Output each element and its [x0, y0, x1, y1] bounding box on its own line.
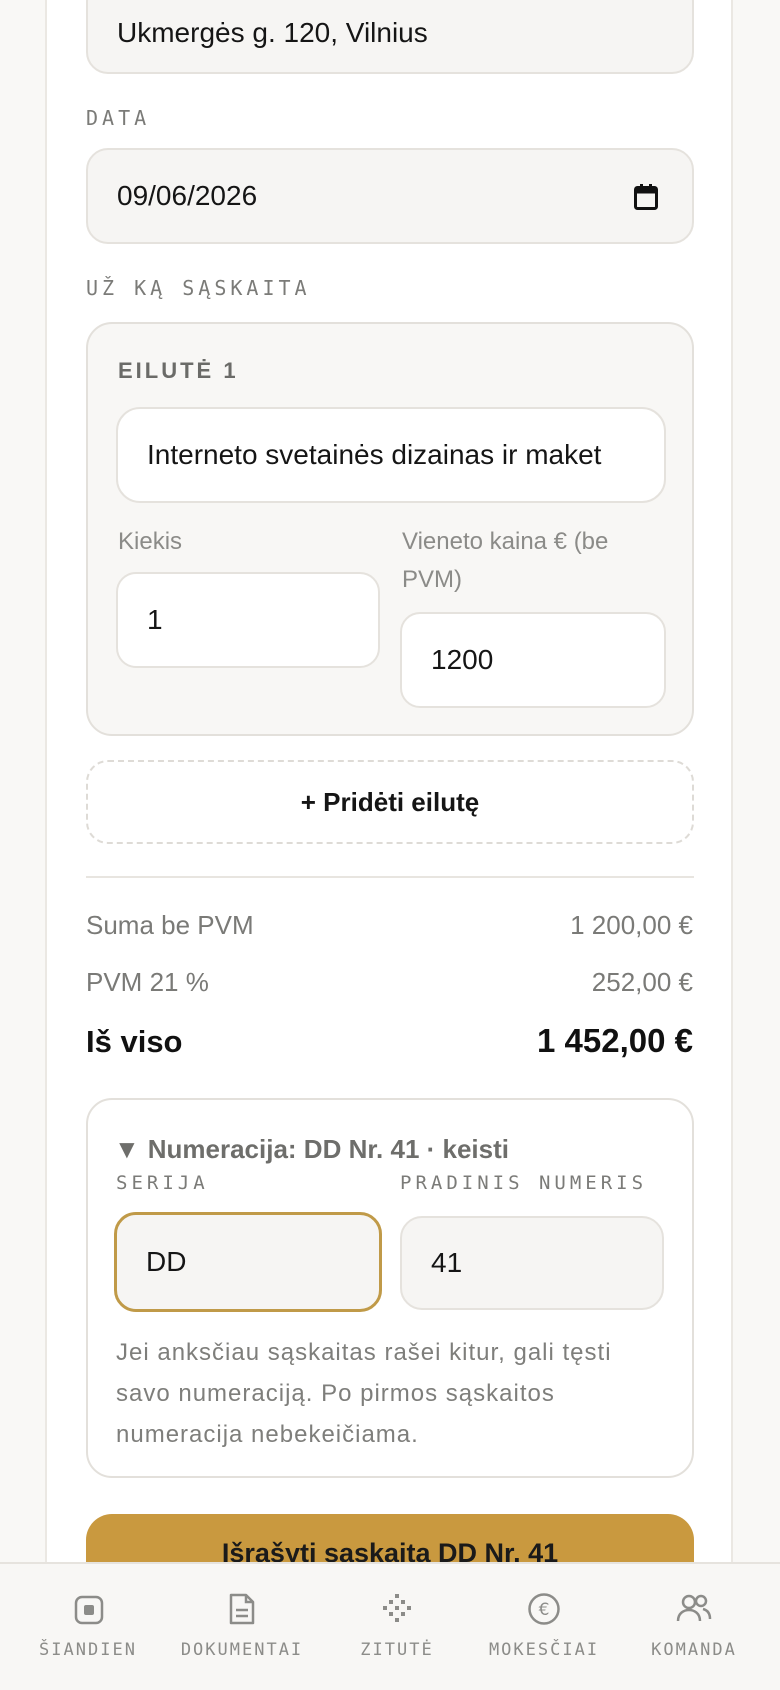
- date-field[interactable]: 09/06/2026: [86, 148, 694, 244]
- numbering-card: ▼ Numeracija: DD Nr. 41 · keisti SERIJA P…: [86, 1098, 694, 1478]
- total-value: 1 452,00 €: [537, 1022, 693, 1059]
- line-item-title: EILUTĖ 1: [118, 358, 239, 383]
- series-label: SERIJA: [116, 1172, 209, 1194]
- help-line-3: numeracija nebekeičiama.: [116, 1421, 419, 1448]
- vat-value: 252,00 €: [591, 967, 693, 997]
- help-line-1: Jei anksčiau sąskaitas rašei kitur, gali…: [116, 1339, 612, 1366]
- line-description-input[interactable]: Interneto svetainės dizainas ir maket: [116, 407, 666, 503]
- sparkle-icon: [381, 1592, 413, 1629]
- start-number-label: PRADINIS NUMERIS: [400, 1172, 648, 1194]
- nav-item-documents[interactable]: DOKUMENTAI: [164, 1564, 320, 1690]
- vat-label: PVM 21 %: [86, 967, 209, 997]
- nav-item-zitute[interactable]: ZITUTĖ: [319, 1564, 475, 1690]
- nav-label-documents: DOKUMENTAI: [180, 1640, 304, 1660]
- total-label: Iš viso: [86, 1024, 183, 1059]
- series-value: DD: [146, 1246, 187, 1277]
- nav-label-taxes: MOKESČIAI: [488, 1640, 600, 1660]
- totals-divider: [86, 876, 694, 878]
- line-description-value: Interneto svetainės dizainas ir maket: [147, 439, 602, 470]
- unit-price-input[interactable]: 1200: [400, 612, 666, 708]
- subtotal-value: 1 200,00 €: [570, 910, 693, 940]
- euro-icon: €: [527, 1592, 561, 1631]
- nav-label-team: KOMANDA: [651, 1640, 737, 1660]
- quantity-input[interactable]: 1: [116, 572, 380, 668]
- numbering-summary: Numeracija: DD Nr. 41 · keisti: [147, 1134, 509, 1164]
- svg-text:€: €: [539, 1600, 550, 1620]
- help-line-2: savo numeraciją. Po pirmos sąskaitos: [116, 1380, 555, 1407]
- today-icon: [73, 1594, 105, 1631]
- unit-price-label-line2: PVM): [402, 566, 462, 593]
- numbering-help-text: Jei anksčiau sąskaitas rašei kitur, gali…: [116, 1332, 612, 1455]
- line-item-card: EILUTĖ 1 Interneto svetainės dizainas ir…: [86, 322, 694, 736]
- calendar-icon[interactable]: [634, 184, 658, 210]
- start-number-input[interactable]: 41: [400, 1216, 664, 1310]
- unit-price-value: 1200: [431, 644, 494, 675]
- series-input[interactable]: DD: [114, 1212, 382, 1312]
- numbering-toggle[interactable]: ▼ Numeracija: DD Nr. 41 · keisti: [114, 1134, 509, 1165]
- address-value: Ukmergės g. 120, Vilnius: [117, 17, 428, 48]
- nav-item-team[interactable]: KOMANDA: [616, 1564, 772, 1690]
- start-number-value: 41: [431, 1247, 463, 1278]
- bottom-nav: ŠIANDIEN DOKUMENTAI ZITUTĖ € MOKESČIAI K…: [0, 1562, 780, 1690]
- quantity-value: 1: [147, 604, 163, 635]
- subtotal-label: Suma be PVM: [86, 910, 254, 940]
- date-label: DATA: [86, 106, 151, 130]
- nav-item-taxes[interactable]: € MOKESČIAI: [466, 1564, 622, 1690]
- unit-price-label-line1: Vieneto kaina € (be: [402, 528, 609, 555]
- nav-item-today[interactable]: ŠIANDIEN: [10, 1564, 166, 1690]
- add-line-button[interactable]: + Pridėti eilutę: [86, 760, 694, 844]
- items-section-label: UŽ KĄ SĄSKAITA: [86, 276, 311, 300]
- nav-label-today: ŠIANDIEN: [39, 1640, 137, 1660]
- date-value: 09/06/2026: [117, 180, 258, 211]
- nav-label-zitute: ZITUTĖ: [360, 1640, 434, 1660]
- document-icon: [228, 1592, 256, 1631]
- add-line-label: + Pridėti eilutę: [300, 786, 480, 817]
- disclosure-triangle-icon: ▼: [114, 1134, 140, 1164]
- team-icon: [676, 1592, 712, 1629]
- quantity-label: Kiekis: [118, 528, 183, 555]
- address-field[interactable]: Ukmergės g. 120, Vilnius: [86, 0, 694, 74]
